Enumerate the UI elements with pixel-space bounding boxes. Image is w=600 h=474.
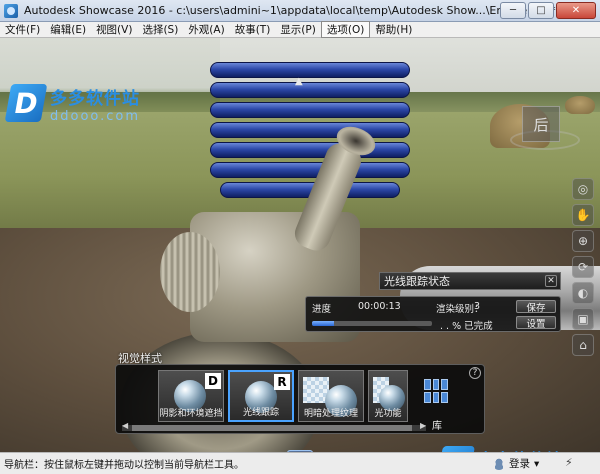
scrollbar-thumb[interactable] — [132, 425, 412, 431]
top-nav-arrow-icon[interactable]: ▲ — [295, 76, 303, 87]
progress-label: 进度 — [312, 304, 332, 315]
title-bar: Autodesk Showcase 2016 - c:\users\admini… — [0, 0, 600, 22]
visual-style-panel: D 阴影和环境遮挡 R 光线跟踪 明暗处理纹理 光功能 库 ? ◀ ▶ — [115, 364, 485, 434]
render-progress-fill — [312, 321, 334, 326]
style-scrollbar[interactable] — [122, 425, 426, 431]
style-badge: R — [274, 374, 290, 390]
percent-complete: . . % 已完成 — [440, 321, 493, 332]
style-card-raytrace[interactable]: R 光线跟踪 — [228, 370, 294, 422]
navigation-wheel-icon[interactable]: ◎ — [572, 178, 594, 200]
cooling-fin — [210, 142, 410, 158]
render-level-value: 3 — [474, 301, 481, 312]
cooling-fin — [210, 122, 410, 138]
menu-options[interactable]: 选项(O) — [320, 21, 371, 38]
window-title: Autodesk Showcase 2016 - c:\users\admini… — [24, 4, 556, 17]
library-label[interactable]: 库 — [432, 417, 442, 432]
navigation-toolbar: ◎ ✋ ⊕ ⟳ ◐ ▣ ⌂ — [570, 178, 596, 408]
user-icon — [493, 457, 505, 470]
style-label: 光线跟踪 — [242, 408, 279, 418]
network-icon[interactable]: ⚡ — [565, 456, 573, 469]
watermark-letter: D — [4, 84, 48, 122]
elapsed-time: 00:00:13 — [358, 301, 401, 312]
menu-appearance[interactable]: 外观(A) — [183, 22, 229, 37]
watermark-logo: D 多多软件站 ddooo.com — [4, 84, 141, 124]
pan-hand-icon[interactable]: ✋ — [572, 204, 594, 226]
cooling-fin — [210, 162, 410, 178]
menu-edit[interactable]: 编辑(E) — [45, 22, 91, 37]
menu-story[interactable]: 故事(T) — [230, 22, 276, 37]
watermark-name: 多多软件站 — [50, 89, 140, 109]
status-message: 导航栏：按住鼠标左键并拖动以控制当前导航栏工具。 — [4, 460, 244, 471]
scroll-left-icon[interactable]: ◀ — [122, 421, 128, 430]
style-card-shadow-ao[interactable]: D 阴影和环境遮挡 — [158, 370, 224, 422]
ray-trace-status-panel: 光线跟踪状态 ✕ 进度 00:00:13 渲染级别： 3 . . % 已完成 保… — [305, 272, 561, 332]
style-label: 明暗处理纹理 — [303, 409, 358, 419]
menu-select[interactable]: 选择(S) — [137, 22, 183, 37]
ray-trace-body: 进度 00:00:13 渲染级别： 3 . . % 已完成 保存 设置 — [305, 296, 561, 332]
close-button[interactable]: ✕ — [556, 2, 596, 19]
window-controls: ─ □ ✕ — [500, 2, 596, 19]
minimize-button[interactable]: ─ — [500, 2, 526, 19]
save-button[interactable]: 保存 — [516, 300, 556, 314]
chevron-down-icon: ▾ — [534, 457, 540, 470]
menu-display[interactable]: 显示(P) — [275, 22, 321, 37]
scroll-right-icon[interactable]: ▶ — [420, 421, 426, 430]
ray-trace-title: 光线跟踪状态 — [384, 275, 450, 288]
menu-file[interactable]: 文件(F) — [0, 22, 45, 37]
viewcube[interactable]: 后 — [522, 106, 560, 142]
maximize-button[interactable]: □ — [528, 2, 554, 19]
orbit-icon[interactable]: ⟳ — [572, 256, 594, 278]
cooling-fin — [210, 62, 410, 78]
fit-view-icon[interactable]: ▣ — [572, 308, 594, 330]
style-label: 光功能 — [374, 409, 402, 419]
settings-button[interactable]: 设置 — [516, 316, 556, 330]
style-label: 阴影和环境遮挡 — [159, 409, 223, 419]
cooling-fin — [210, 102, 410, 118]
cooling-fin — [210, 82, 410, 98]
login-button[interactable]: 登录 ▾ — [493, 456, 539, 471]
showcase-app-icon — [4, 3, 18, 18]
style-card-light[interactable]: 光功能 — [368, 370, 408, 422]
watermark-url: ddooo.com — [50, 109, 141, 124]
reset-view-icon[interactable]: ⌂ — [572, 334, 594, 356]
style-badge: D — [205, 373, 221, 389]
ray-trace-header[interactable]: 光线跟踪状态 ✕ — [379, 272, 561, 290]
status-bar: 导航栏：按住鼠标左键并拖动以控制当前导航栏工具。 登录 ▾ ⚡ — [0, 452, 600, 474]
menu-help[interactable]: 帮助(H) — [370, 22, 417, 37]
help-icon[interactable]: ? — [469, 367, 481, 379]
zoom-icon[interactable]: ⊕ — [572, 230, 594, 252]
haystack-small — [565, 96, 595, 114]
menu-bar: 文件(F) 编辑(E) 视图(V) 选择(S) 外观(A) 故事(T) 显示(P… — [0, 21, 600, 38]
render-progress-bar — [312, 321, 432, 326]
scene-viewport[interactable]: ▲ D 多多软件站 ddooo.com 后 ◎ ✋ ⊕ ⟳ ◐ ▣ ⌂ 光线跟踪… — [0, 38, 600, 452]
engine-gear — [160, 232, 220, 312]
look-icon[interactable]: ◐ — [572, 282, 594, 304]
ray-trace-close-button[interactable]: ✕ — [545, 275, 557, 287]
library-icon[interactable] — [424, 379, 448, 403]
login-label: 登录 — [509, 458, 530, 470]
menu-view[interactable]: 视图(V) — [91, 22, 137, 37]
style-card-shaded-texture[interactable]: 明暗处理纹理 — [298, 370, 364, 422]
